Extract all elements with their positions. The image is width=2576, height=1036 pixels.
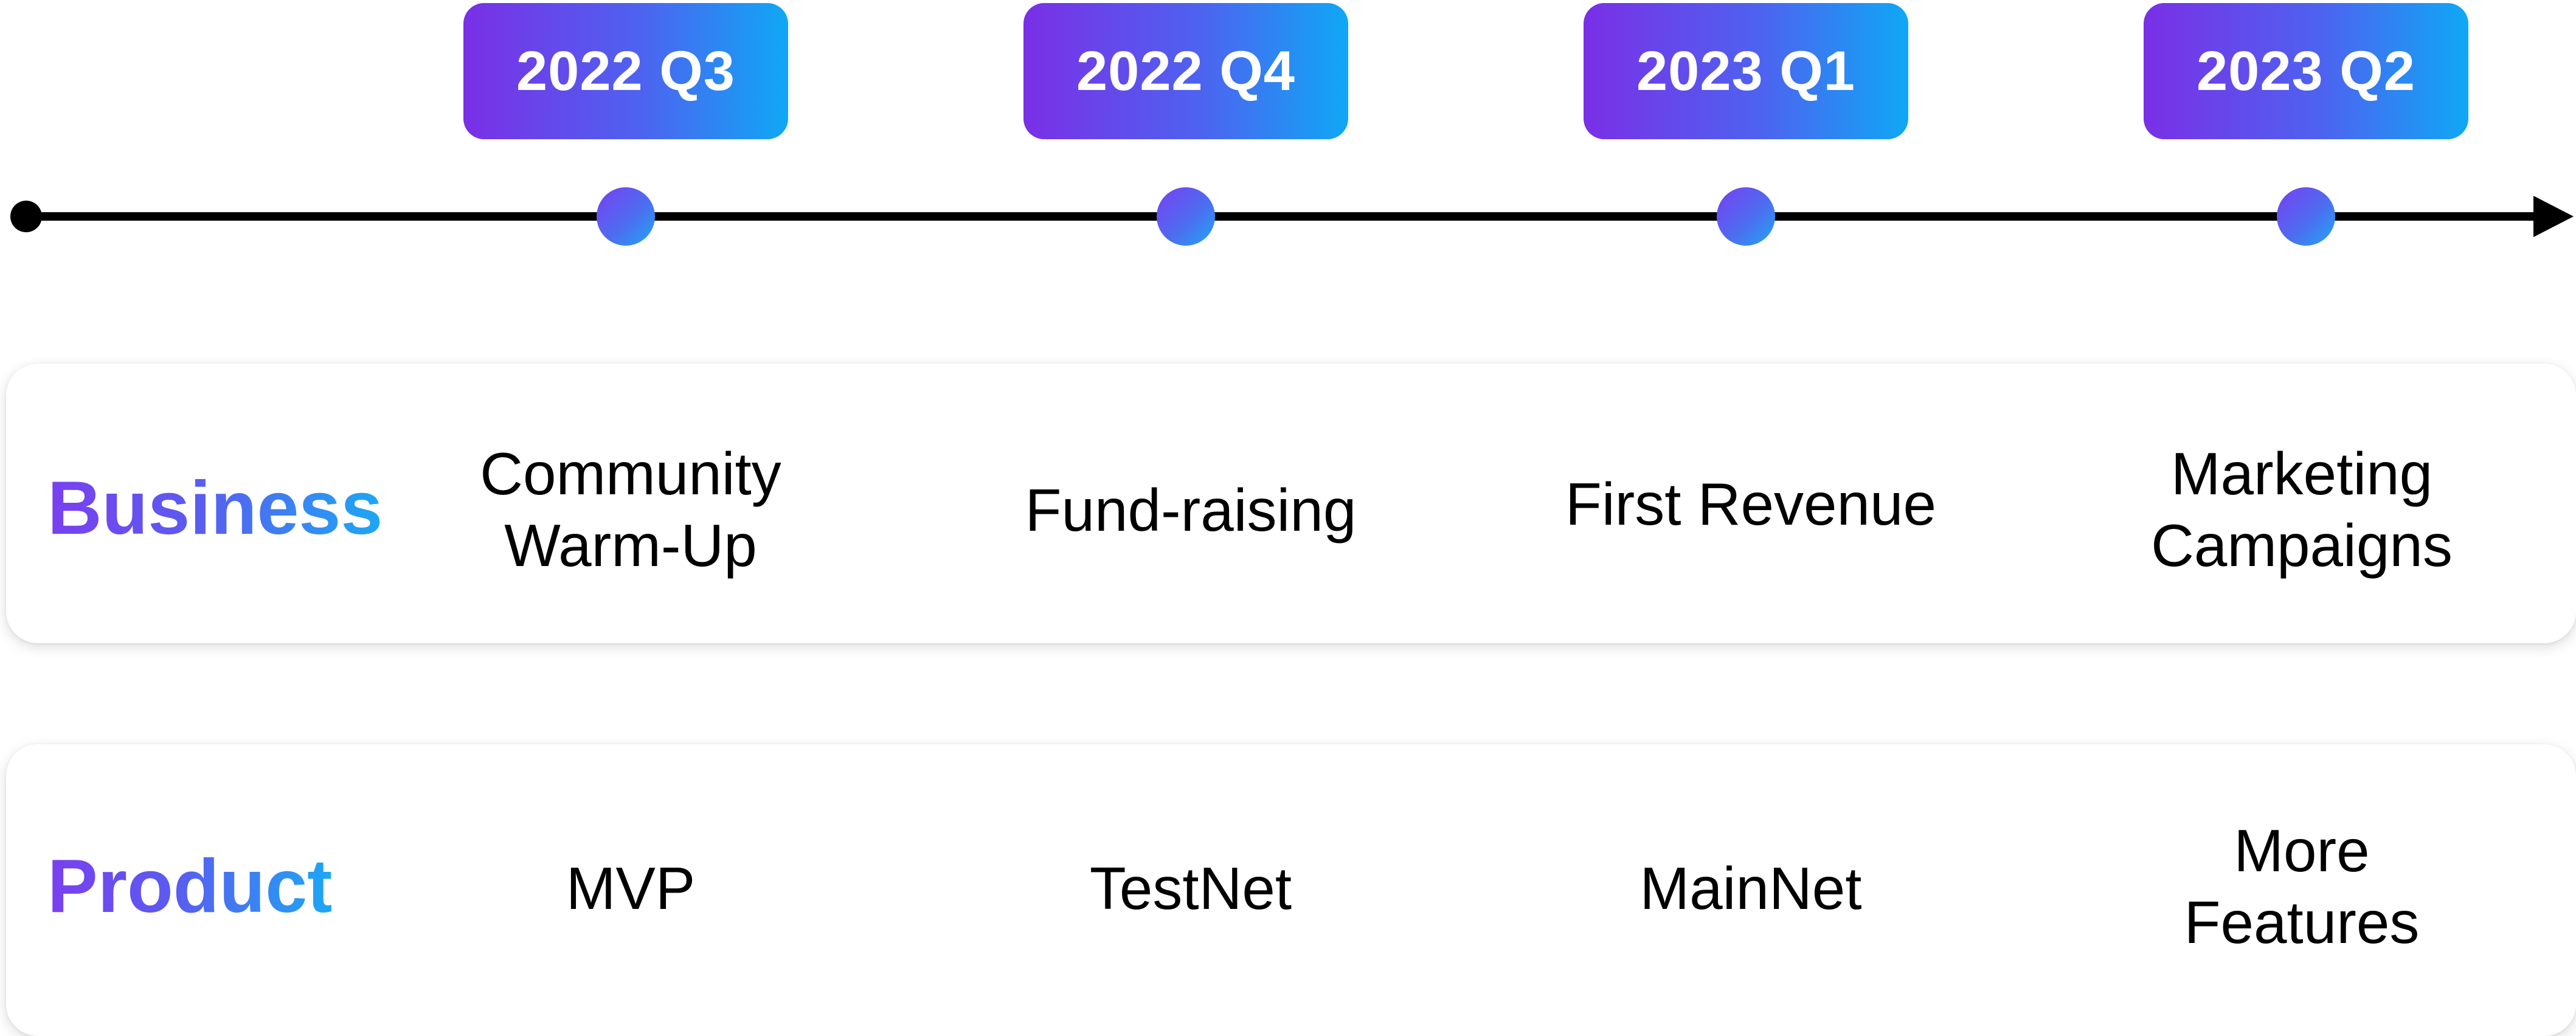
business-row-label: Business (47, 466, 383, 550)
timeline-start-dot (10, 201, 42, 232)
business-row-card: Business Community Warm-Up Fund-raising … (6, 364, 2576, 643)
product-row-label: Product (47, 844, 333, 928)
milestone-dot (1157, 187, 1215, 246)
quarter-badge: 2023 Q2 (2144, 3, 2468, 139)
quarter-badge: 2023 Q1 (1584, 3, 1908, 139)
product-cell-2022-q4: TestNet (1089, 855, 1292, 922)
milestone-dot (2277, 187, 2335, 246)
business-cell-2023-q2: Marketing Campaigns (2151, 440, 2453, 579)
timeline-arrow-icon (2533, 196, 2574, 237)
business-cell-2022-q4: Fund-raising (1025, 477, 1357, 544)
product-cell-2023-q1: MainNet (1639, 855, 1862, 922)
business-cell-2022-q3: Community Warm-Up (480, 440, 781, 579)
roadmap-diagram: 2022 Q3 2022 Q4 2023 Q1 2023 Q2 Business… (0, 0, 2576, 1036)
milestone-dot (597, 187, 655, 246)
product-cell-2023-q2: More Features (2184, 817, 2420, 956)
milestone-dot (1717, 187, 1775, 246)
timeline-line (28, 212, 2533, 221)
quarter-badge: 2022 Q4 (1023, 3, 1348, 139)
business-cell-2023-q1: First Revenue (1565, 471, 1936, 537)
product-row-card: Product MVP TestNet MainNet More Feature… (6, 744, 2576, 1036)
quarter-badge: 2022 Q3 (463, 3, 788, 139)
product-cell-2022-q3: MVP (566, 855, 696, 922)
